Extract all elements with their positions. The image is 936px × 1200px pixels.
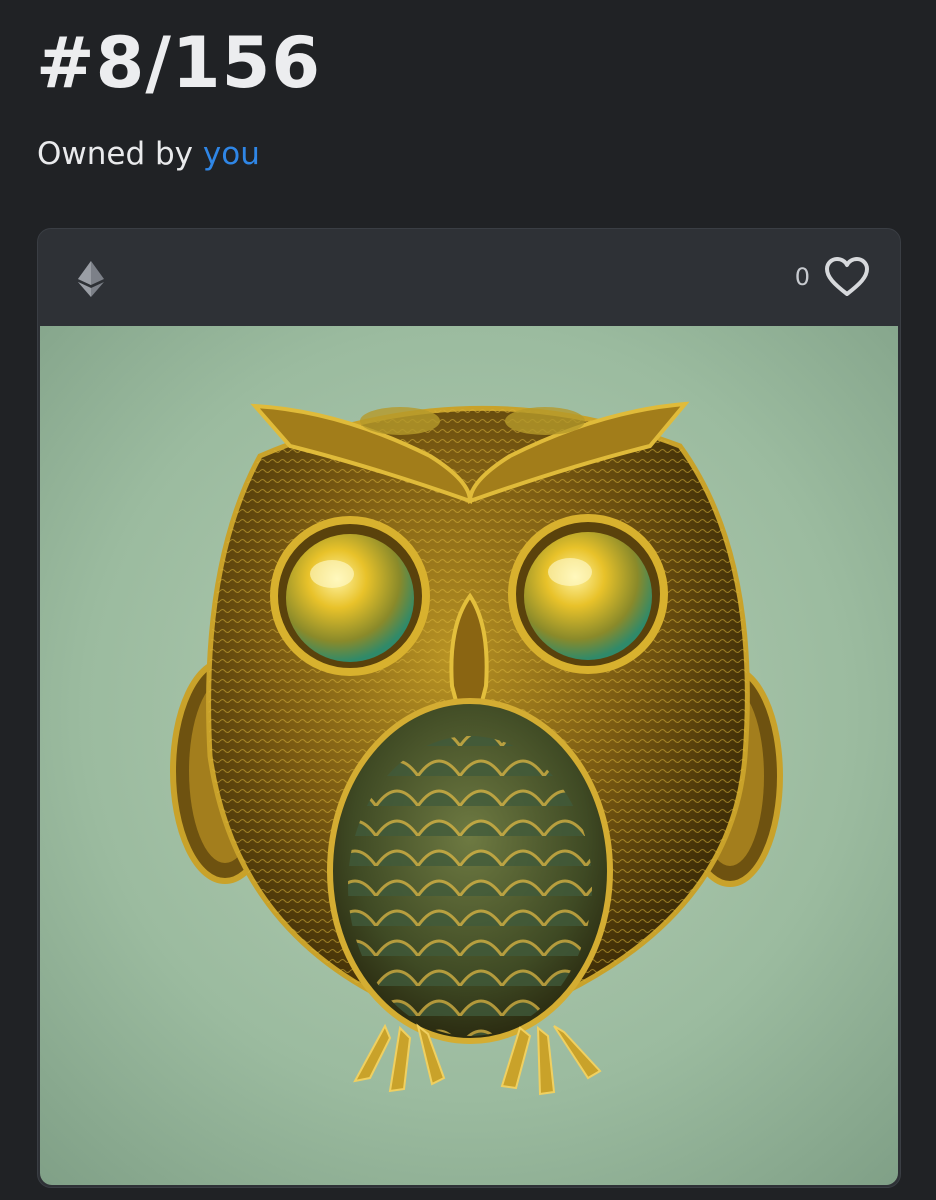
like-button[interactable] xyxy=(824,256,870,298)
owner-line: Owned by you xyxy=(37,132,260,176)
page: #8/156 Owned by you 0 xyxy=(0,0,936,1200)
ethereum-icon xyxy=(78,261,104,297)
like-control: 0 xyxy=(795,253,870,301)
owl-image xyxy=(40,326,898,1185)
owner-link[interactable]: you xyxy=(203,136,260,172)
nft-card: 0 xyxy=(37,228,901,1188)
page-title: #8/156 xyxy=(36,22,322,104)
heart-icon[interactable] xyxy=(824,256,870,298)
artwork-image[interactable] xyxy=(40,326,898,1185)
card-header: 0 xyxy=(38,229,900,325)
like-count: 0 xyxy=(794,263,810,291)
owner-prefix: Owned by xyxy=(37,136,194,172)
